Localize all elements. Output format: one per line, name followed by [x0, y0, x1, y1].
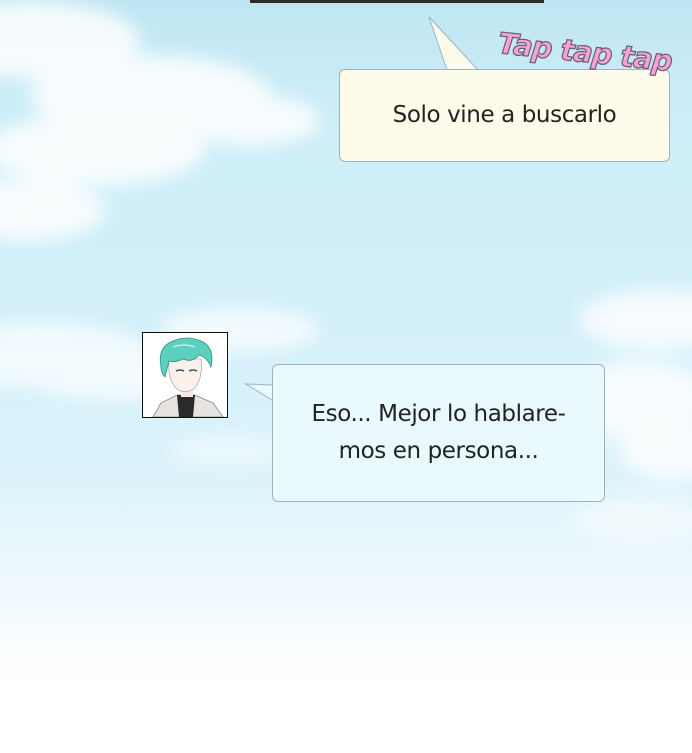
message-text: Solo vine a buscarlo — [392, 102, 617, 128]
avatar — [142, 332, 228, 418]
message-bubble-incoming: Eso... Mejor lo hablare-mos en persona..… — [272, 364, 605, 502]
message-bubble-outgoing: Solo vine a buscarlo — [339, 69, 670, 162]
message-text: Eso... Mejor lo hablare-mos en persona..… — [311, 401, 566, 464]
avatar-icon — [143, 333, 227, 417]
